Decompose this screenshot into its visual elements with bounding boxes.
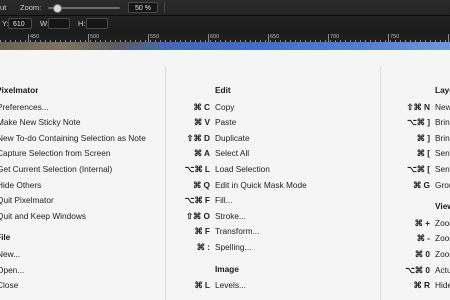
shortcut-keys: ⌥⌘ F — [184, 195, 210, 206]
shortcut-label: Fill... — [215, 195, 233, 206]
shortcut-keys: ⌥⌘ 0 — [405, 264, 430, 275]
shortcut-label: Bring to Front — [435, 132, 450, 143]
shortcut-label: Bring Forward — [435, 117, 450, 128]
shortcut-row[interactable]: ⌥⌘ [ Send to Back — [0, 164, 450, 179]
shortcut-label: Zoom Out — [435, 233, 450, 244]
shortcut-row[interactable]: ⌘ G Group Layers — [0, 180, 450, 195]
y-field[interactable]: 610 — [8, 18, 32, 29]
shortcut-label: Send Backward — [435, 148, 450, 159]
ruler-major-tick — [388, 34, 389, 42]
shortcut-row[interactable]: ⌘ R Hide Rulers — [0, 280, 450, 295]
shortcut-keys: ⌥⌘ [ — [407, 164, 430, 174]
shortcut-keys: ⌘ R — [413, 280, 430, 291]
shortcut-row[interactable]: ⇧⌘ N New Layer — [0, 102, 450, 117]
ruler-label: 700 — [330, 34, 340, 40]
section-heading: Pixelmator — [0, 85, 39, 95]
shortcut-label: New Layer — [435, 101, 450, 112]
shortcut-label: Send to Back — [435, 164, 450, 174]
toolbar-divider — [164, 2, 165, 13]
ruler-major-tick — [328, 34, 329, 42]
ruler-label: 750 — [390, 34, 400, 40]
ruler-label: 550 — [150, 34, 160, 40]
zoom-value-field[interactable]: 50 % — [128, 2, 158, 13]
zoom-slider[interactable] — [48, 4, 120, 13]
toolbar-coordinates-row: Y: 610 W: H: — [0, 15, 450, 34]
ruler-major-tick — [448, 34, 449, 42]
shortcut-label: Actual Size — [435, 264, 450, 275]
shortcut-keys: ⇧⌘ N — [406, 101, 430, 112]
ruler-major-tick — [28, 34, 29, 42]
ruler-major-tick — [208, 34, 209, 42]
shortcut-row[interactable]: ⌘ [ Send Backward — [0, 148, 450, 163]
shortcut-keys: ⌘ - — [416, 233, 430, 244]
zoom-label: Zoom: — [20, 3, 42, 12]
ruler-major-tick — [268, 34, 269, 42]
shortcut-label: Zoom to Fit — [435, 249, 450, 259]
shortcut-row[interactable]: ⌘ ] Bring to Front — [0, 133, 450, 148]
shortcut-keys: ⌘ G — [412, 179, 430, 190]
shortcut-row[interactable]: ⌘ + Zoom In — [0, 218, 450, 233]
cut-label: ut — [0, 3, 7, 12]
section-heading: View — [435, 201, 450, 212]
shortcut-keys: ⌘ [ — [416, 148, 430, 159]
canvas-image — [0, 42, 450, 50]
shortcut-row[interactable]: ⌥⌘ F Fill... — [0, 195, 450, 210]
ruler-label: 600 — [210, 34, 220, 40]
toolbar-options-row: ut Zoom: 50 % — [0, 0, 450, 16]
shortcut-label: Zoom In — [435, 217, 450, 228]
ruler-label: 450 — [30, 34, 40, 40]
shortcut-label: Group Layers — [435, 179, 450, 190]
shortcut-keys: ⌥⌘ ] — [407, 117, 430, 128]
ruler-label: 500 — [90, 34, 100, 40]
shortcut-keys: ⌘ 0 — [414, 249, 430, 259]
shortcut-row[interactable]: ⌘ 0 Zoom to Fit — [0, 249, 450, 264]
section-heading: Edit — [215, 85, 231, 95]
h-label: H: — [78, 19, 86, 28]
shortcut-row[interactable]: ⌥⌘ 0 Actual Size — [0, 265, 450, 280]
section-heading: Layer — [435, 85, 450, 95]
h-field[interactable] — [86, 18, 108, 29]
toolbar: ut Zoom: 50 % Y: 610 W: H: — [0, 0, 450, 34]
ruler-label: 650 — [270, 34, 280, 40]
w-field[interactable] — [48, 18, 70, 29]
shortcut-row[interactable]: ⌥⌘ ] Bring Forward — [0, 117, 450, 132]
shortcut-row[interactable]: ⌘ - Zoom Out — [0, 233, 450, 248]
ruler-major-tick — [148, 34, 149, 42]
shortcut-keys: ⌘ + — [414, 217, 430, 228]
shortcut-keys: ⌘ ] — [416, 132, 430, 143]
zoom-slider-thumb[interactable] — [52, 4, 62, 13]
ruler-major-tick — [88, 34, 89, 42]
shortcut-label: Hide Rulers — [435, 280, 450, 291]
horizontal-ruler[interactable]: 450500550600650700750800 — [0, 34, 450, 42]
